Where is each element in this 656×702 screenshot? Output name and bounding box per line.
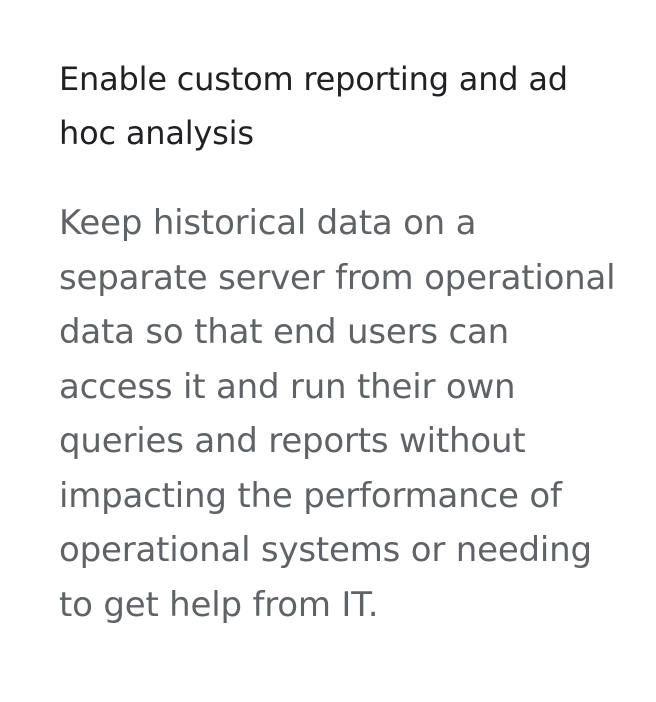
feature-description: Keep historical data on a separate serve… xyxy=(59,203,616,625)
feature-title: Enable custom reporting and ad hoc analy… xyxy=(59,60,568,152)
feature-card: Enable custom reporting and ad hoc analy… xyxy=(59,52,619,632)
